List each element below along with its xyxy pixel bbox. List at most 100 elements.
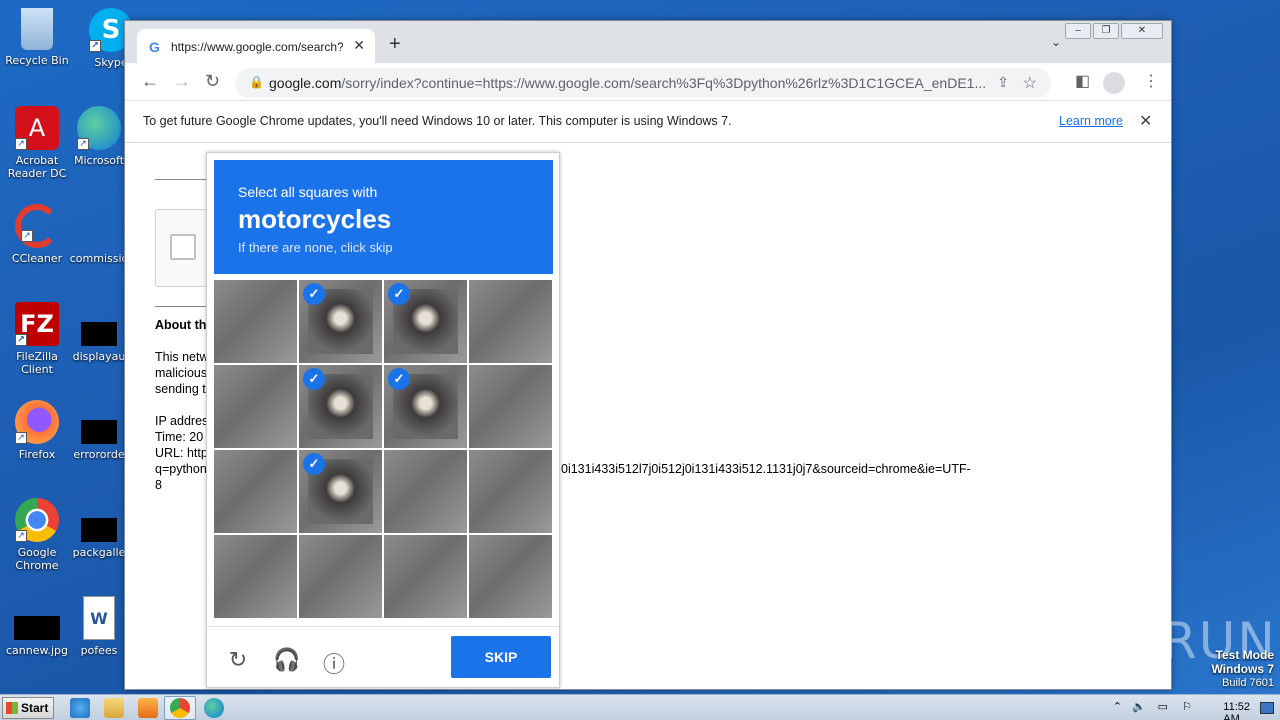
volume-icon[interactable]: 🔈 — [1132, 700, 1146, 713]
audio-challenge-icon[interactable]: 🎧 — [273, 647, 300, 673]
tab-close-icon[interactable]: ✕ — [353, 37, 365, 54]
reload-icon[interactable]: ↻ — [205, 71, 220, 92]
close-window-button[interactable]: ✕ — [1121, 23, 1163, 39]
challenge-target: motorcycles — [238, 204, 392, 234]
network-icon[interactable]: ▭ — [1158, 700, 1168, 713]
captcha-tile[interactable]: ✓ — [299, 280, 382, 363]
captcha-tile[interactable] — [214, 535, 297, 618]
shortcut-arrow-icon: ↗ — [15, 530, 27, 542]
minimize-button[interactable]: – — [1065, 23, 1091, 39]
internet-explorer-icon[interactable] — [70, 698, 90, 718]
acrobat-icon: A ↗ — [15, 106, 59, 150]
para-line-2: malicious — [155, 366, 208, 380]
captcha-tile[interactable]: ✓ — [299, 450, 382, 533]
url-query-end: 8 — [155, 478, 162, 492]
captcha-tile[interactable] — [469, 365, 552, 448]
captcha-tile[interactable]: ✓ — [299, 365, 382, 448]
file-thumbnail-icon — [81, 518, 117, 542]
checkmark-icon: ✓ — [388, 283, 410, 305]
window-controls: – ❐ ✕ — [1065, 23, 1163, 39]
desktop-icon-recycle-bin[interactable]: Recycle Bin — [0, 8, 74, 67]
reload-challenge-icon[interactable]: ↻ — [225, 647, 251, 673]
chrome-icon: ↗ — [15, 498, 59, 542]
menu-kebab-icon[interactable]: ⋮ — [1143, 71, 1159, 91]
media-player-icon[interactable] — [138, 698, 158, 718]
captcha-tile[interactable] — [214, 280, 297, 363]
captcha-tile[interactable] — [384, 450, 467, 533]
browser-toolbar: ← → ↻ 🔒 google.com/sorry/index?continue=… — [125, 63, 1171, 101]
firefox-icon: ↗ — [15, 400, 59, 444]
checkmark-icon: ✓ — [303, 283, 325, 305]
captcha-tile[interactable]: ✓ — [384, 365, 467, 448]
show-desktop-icon[interactable] — [1260, 702, 1274, 714]
file-explorer-icon[interactable] — [104, 698, 124, 718]
clock[interactable]: 11:52 AM — [1223, 701, 1250, 720]
challenge-hint: If there are none, click skip — [238, 240, 393, 255]
tab-title: https://www.google.com/search?q= — [171, 40, 343, 54]
captcha-tile[interactable] — [469, 450, 552, 533]
share-icon[interactable]: ⇪ — [997, 74, 1009, 91]
skip-button[interactable]: SKIP — [451, 636, 551, 678]
shortcut-arrow-icon: ↗ — [89, 40, 101, 52]
shortcut-arrow-icon: ↗ — [77, 138, 89, 150]
captcha-tile[interactable]: ✓ — [384, 280, 467, 363]
captcha-tile[interactable] — [469, 280, 552, 363]
windows-logo-icon — [6, 702, 18, 714]
forward-arrow-icon[interactable]: → — [173, 71, 191, 92]
word-document-icon: W — [83, 596, 115, 640]
checkmark-icon: ✓ — [388, 368, 410, 390]
para-line-3: sending t — [155, 382, 206, 396]
update-infobar: To get future Google Chrome updates, you… — [125, 101, 1171, 143]
edge-icon: ↗ — [77, 106, 121, 150]
captcha-tile[interactable] — [469, 535, 552, 618]
file-thumbnail-icon — [81, 322, 117, 346]
captcha-tile[interactable] — [384, 535, 467, 618]
checkmark-icon: ✓ — [303, 368, 325, 390]
recycle-bin-icon — [21, 8, 53, 50]
para-line-1: This netw — [155, 350, 209, 364]
taskbar: Start ⌃ 🔈 ▭ ⚐ 11:52 AM — [0, 694, 1280, 720]
learn-more-link[interactable]: Learn more — [1059, 114, 1123, 128]
google-favicon-icon: G — [149, 39, 160, 55]
profile-avatar-icon[interactable] — [1103, 72, 1125, 94]
image-grid: ✓ ✓ ✓ ✓ ✓ — [214, 280, 554, 620]
recaptcha-challenge: Select all squares with motorcycles If t… — [206, 152, 560, 688]
infobar-close-icon[interactable]: ✕ — [1139, 111, 1152, 131]
recaptcha-checkbox[interactable] — [170, 234, 196, 260]
show-hidden-icons-icon[interactable]: ⌃ — [1113, 700, 1122, 713]
action-center-flag-icon[interactable]: ⚐ — [1182, 700, 1192, 713]
shortcut-arrow-icon: ↗ — [15, 432, 27, 444]
back-arrow-icon[interactable]: ← — [141, 71, 159, 92]
challenge-instruction: Select all squares with — [238, 184, 378, 200]
restore-button[interactable]: ❐ — [1093, 23, 1119, 39]
url-line: URL: http — [155, 446, 208, 460]
filezilla-icon: FZ ↗ — [15, 302, 59, 346]
shortcut-arrow-icon: ↗ — [15, 334, 27, 346]
edge-taskbar-icon[interactable] — [204, 698, 224, 718]
infobar-message: To get future Google Chrome updates, you… — [143, 114, 732, 128]
challenge-footer: ↻ 🎧 ⓘ SKIP — [207, 626, 559, 689]
captcha-tile[interactable] — [299, 535, 382, 618]
bookmark-star-icon[interactable]: ☆ — [1023, 73, 1037, 93]
info-icon[interactable]: ⓘ — [321, 647, 347, 679]
chrome-taskbar-icon[interactable] — [170, 698, 190, 718]
time-line: Time: 20 — [155, 430, 204, 444]
tab-search-chevron-icon[interactable]: ⌄ — [1051, 35, 1061, 49]
new-tab-button[interactable]: + — [389, 33, 401, 56]
shortcut-arrow-icon: ↗ — [21, 230, 33, 242]
lock-icon[interactable]: 🔒 — [249, 75, 264, 89]
url-query-tail: 0i131i433i512l7j0i512j0i131i433i512.1131… — [561, 462, 971, 476]
image-thumbnail-icon — [14, 616, 60, 640]
side-panel-icon[interactable]: ◧ — [1075, 71, 1090, 91]
address-bar[interactable]: 🔒 google.com/sorry/index?continue=https:… — [235, 68, 1051, 98]
shortcut-arrow-icon: ↗ — [15, 138, 27, 150]
captcha-tile[interactable] — [214, 450, 297, 533]
file-icon — [77, 204, 121, 248]
ccleaner-icon: ↗ — [15, 204, 59, 248]
tab-google-search[interactable]: G https://www.google.com/search?q= ✕ — [137, 29, 375, 63]
about-heading: About th — [155, 318, 207, 332]
test-mode-notice: Test Mode Windows 7 Build 7601 — [1211, 648, 1274, 689]
captcha-tile[interactable] — [214, 365, 297, 448]
start-button[interactable]: Start — [2, 697, 54, 719]
ip-address-line: IP addres — [155, 414, 209, 428]
